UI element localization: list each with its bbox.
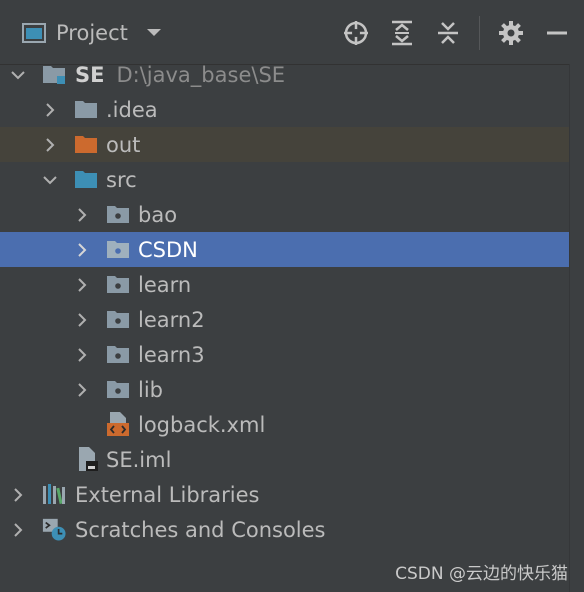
- tree-label-external-libraries: External Libraries: [75, 482, 260, 507]
- chevron-right-icon[interactable]: [74, 312, 90, 328]
- minimize-icon: [547, 31, 567, 35]
- module-folder-icon: [43, 66, 65, 84]
- chevron-right-icon[interactable]: [74, 207, 90, 223]
- chevron-down-icon[interactable]: [146, 28, 162, 38]
- gear-icon: [499, 21, 523, 45]
- tree-label-src: src: [106, 167, 137, 192]
- project-view-title: Project: [56, 21, 128, 45]
- chevron-right-icon[interactable]: [42, 102, 58, 118]
- toolbar-separator: [479, 16, 480, 50]
- tree-label-bao: bao: [138, 202, 178, 227]
- chevron-right-icon[interactable]: [10, 487, 26, 503]
- locate-icon: [344, 21, 368, 45]
- chevron-right-icon[interactable]: [42, 137, 58, 153]
- root-module-name: SE: [75, 62, 105, 87]
- chevron-down-icon[interactable]: [42, 172, 58, 188]
- tree-label-idea: .idea: [106, 97, 158, 122]
- settings-button[interactable]: [496, 18, 526, 48]
- tree-label-logback: logback.xml: [138, 412, 266, 437]
- tree-label-out: out: [106, 132, 141, 157]
- tree-row-learn2[interactable]: learn2: [0, 302, 570, 337]
- tree-row-out[interactable]: out: [0, 127, 570, 162]
- project-toolwindow-header: Project: [0, 0, 584, 65]
- tree-label-lib: lib: [138, 377, 163, 402]
- expand-all-button[interactable]: [387, 18, 417, 48]
- tree-row-learn[interactable]: learn: [0, 267, 570, 302]
- tree-label-csdn: CSDN: [138, 237, 198, 262]
- tree-row-bao[interactable]: bao: [0, 197, 570, 232]
- excluded-folder-icon: [75, 136, 97, 153]
- project-view-selector[interactable]: Project: [22, 18, 162, 48]
- chevron-right-icon[interactable]: [10, 522, 26, 538]
- vertical-scrollbar[interactable]: [569, 64, 584, 592]
- tree-row-external-libraries[interactable]: External Libraries: [0, 477, 570, 512]
- tree-row-idea[interactable]: .idea: [0, 92, 570, 127]
- package-icon: [107, 346, 129, 363]
- tree-row-csdn[interactable]: CSDN: [0, 232, 570, 267]
- package-icon: [107, 381, 129, 398]
- chevron-down-icon[interactable]: [10, 67, 26, 83]
- tree-row-src[interactable]: src: [0, 162, 570, 197]
- collapse-all-button[interactable]: [433, 18, 463, 48]
- tree-label-scratches: Scratches and Consoles: [75, 517, 326, 542]
- watermark-text: CSDN @云边的快乐猫: [395, 564, 568, 584]
- scratches-icon: [42, 518, 66, 541]
- package-icon: [107, 276, 129, 293]
- chevron-right-icon[interactable]: [74, 347, 90, 363]
- source-folder-icon: [75, 171, 97, 188]
- library-icon: [43, 484, 65, 505]
- tree-label-learn3: learn3: [138, 342, 205, 367]
- tree-row-lib[interactable]: lib: [0, 372, 570, 407]
- package-icon: [107, 241, 129, 258]
- tree-row-logback[interactable]: logback.xml: [0, 407, 570, 442]
- expand-all-icon: [392, 20, 412, 46]
- xml-file-icon: [107, 412, 129, 436]
- folder-icon: [75, 101, 97, 118]
- project-window-icon: [22, 23, 46, 43]
- tree-row-root[interactable]: SE D:\java_base\SE: [0, 57, 570, 92]
- collapse-all-icon: [438, 22, 458, 44]
- package-icon: [107, 311, 129, 328]
- tree-label-iml: SE.iml: [106, 447, 172, 472]
- tree-row-learn3[interactable]: learn3: [0, 337, 570, 372]
- tree-label-learn2: learn2: [138, 307, 205, 332]
- hide-button[interactable]: [542, 18, 572, 48]
- package-icon: [107, 206, 129, 223]
- chevron-right-icon[interactable]: [74, 382, 90, 398]
- tree-row-iml[interactable]: SE.iml: [0, 442, 570, 477]
- locate-file-button[interactable]: [341, 18, 371, 48]
- chevron-right-icon[interactable]: [74, 277, 90, 293]
- chevron-right-icon[interactable]: [74, 242, 90, 258]
- module-file-icon: [79, 447, 98, 471]
- root-module-path: D:\java_base\SE: [116, 62, 286, 87]
- tree-row-scratches[interactable]: Scratches and Consoles: [0, 512, 570, 547]
- tree-label-learn: learn: [138, 272, 192, 297]
